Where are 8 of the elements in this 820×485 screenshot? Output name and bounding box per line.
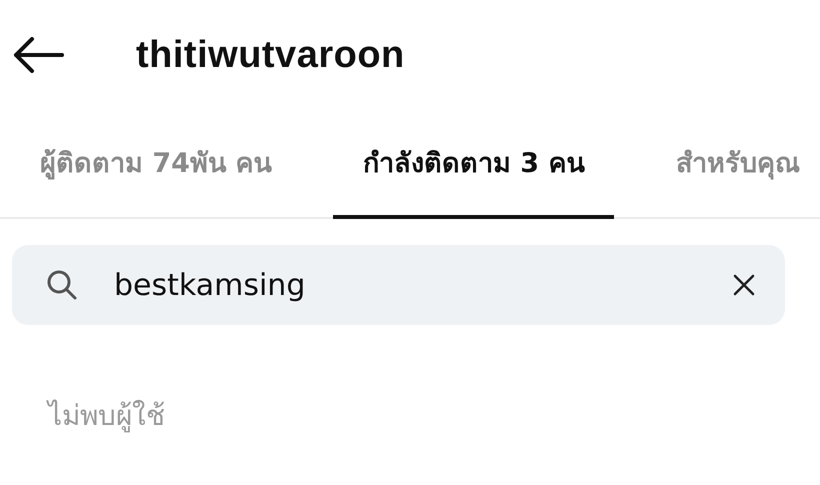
back-arrow-icon[interactable] [12, 37, 64, 73]
search-field[interactable]: bestkamsing [114, 268, 733, 302]
search-bar[interactable]: bestkamsing [12, 245, 785, 325]
tab[interactable]: กำลังติดตาม 3 คน [332, 110, 614, 219]
close-icon[interactable] [733, 274, 755, 296]
search-icon [46, 269, 78, 301]
profile-username: thitiwutvaroon [136, 34, 405, 76]
no-users-found-message: ไม่พบผู้ใช้ [48, 399, 165, 432]
